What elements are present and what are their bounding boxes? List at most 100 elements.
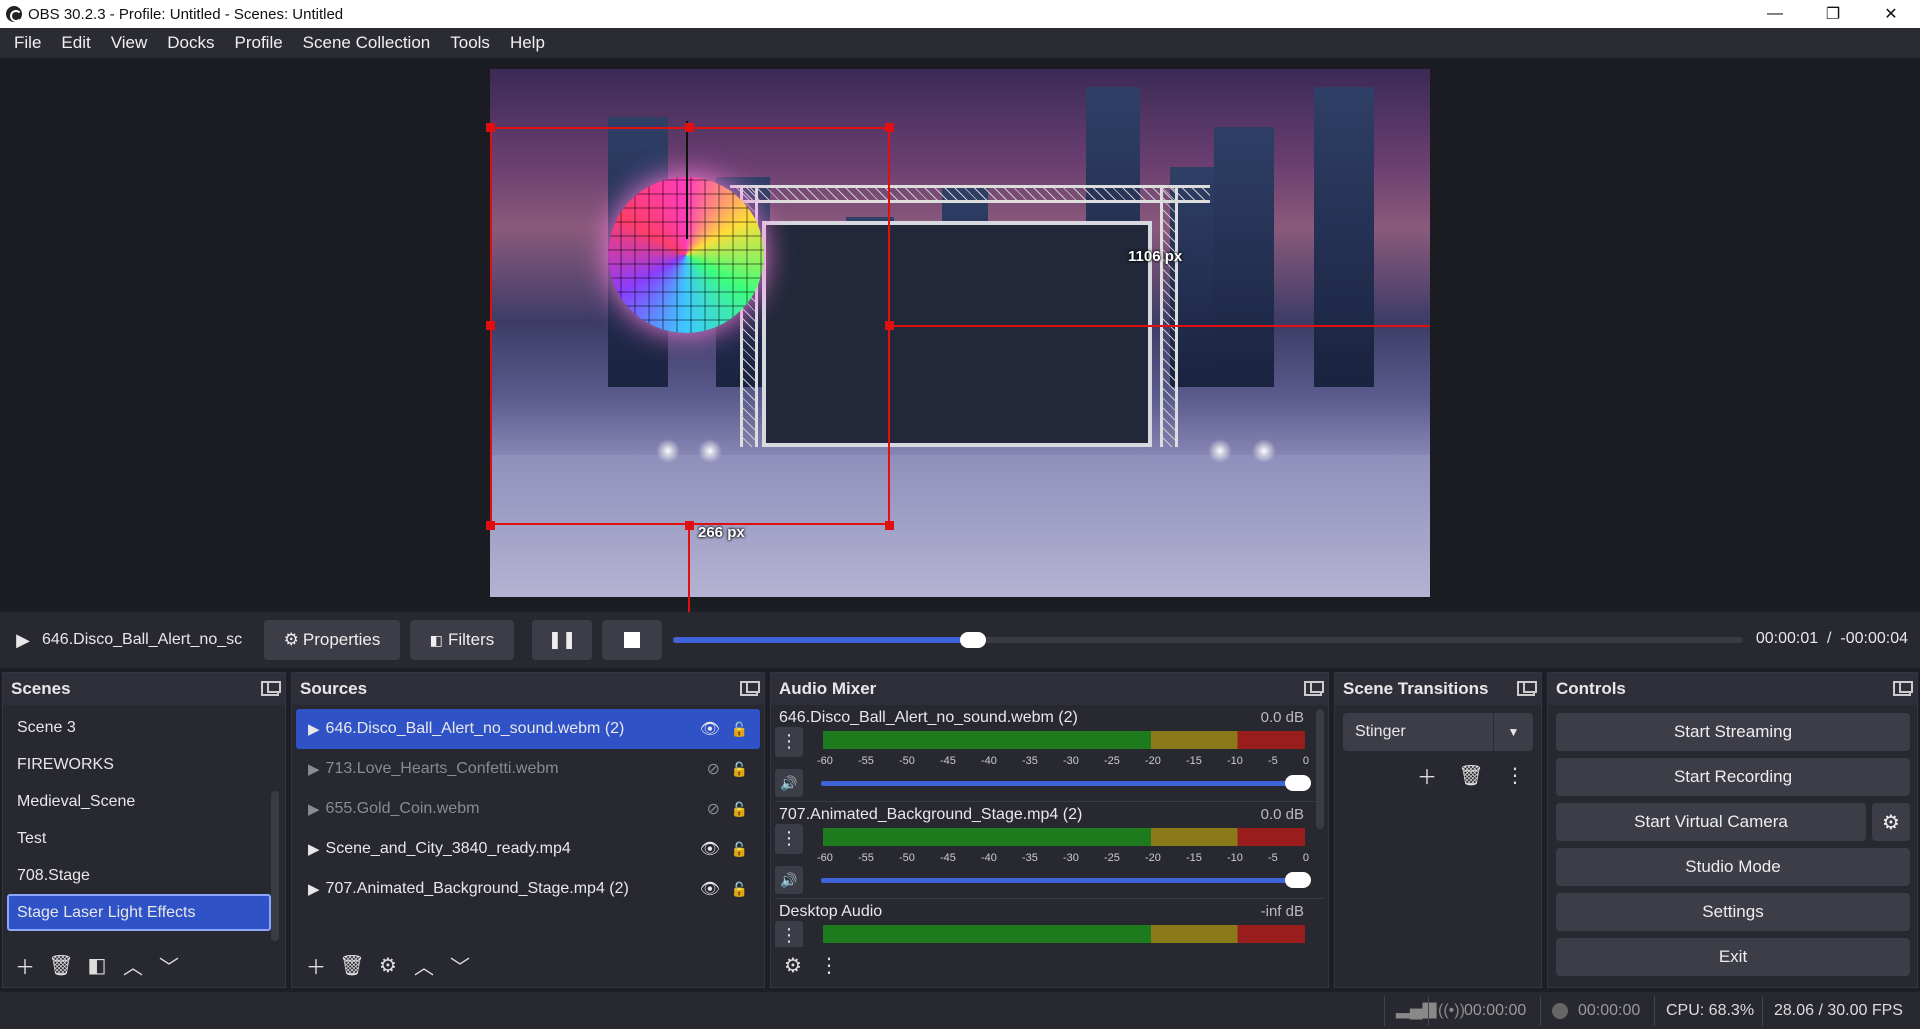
undock-icon[interactable]	[1304, 681, 1324, 696]
resize-handle[interactable]	[885, 521, 894, 530]
trash-icon[interactable]: 🗑	[45, 949, 77, 981]
filters-button[interactable]: ◧ Filters	[410, 620, 514, 660]
mixer-channel: 707.Animated_Background_Stage.mp4 (2) 0.…	[771, 802, 1328, 898]
stop-button[interactable]	[602, 620, 662, 660]
speaker-icon[interactable]: 🔊	[775, 769, 803, 797]
source-item[interactable]: ▶ Scene_and_City_3840_ready.mp4 👁 🔓	[296, 829, 760, 869]
source-item[interactable]: ▶ 707.Animated_Background_Stage.mp4 (2) 👁 🔓	[296, 869, 760, 909]
preview-area[interactable]: 1106 px 266 px	[0, 58, 1920, 656]
source-item-selected[interactable]: ▶ 646.Disco_Ball_Alert_no_sound.webm (2) 👁…	[296, 709, 760, 749]
volume-handle[interactable]	[1285, 775, 1311, 791]
virtual-camera-gear-icon[interactable]: ⚙	[1872, 803, 1910, 841]
maximize-button[interactable]: ❐	[1804, 0, 1862, 28]
controls-title: Controls	[1556, 679, 1626, 698]
scene-item[interactable]: Medieval_Scene	[7, 783, 281, 820]
minimize-button[interactable]: —	[1746, 0, 1804, 28]
studio-mode-button[interactable]: Studio Mode	[1556, 848, 1910, 886]
resize-handle[interactable]	[486, 321, 495, 330]
gear-icon[interactable]: ⚙	[372, 949, 404, 981]
scene-item[interactable]: 708.Stage	[7, 857, 281, 894]
time-remaining: -00:00:04	[1840, 630, 1908, 647]
more-options-icon[interactable]: ⋮	[813, 949, 845, 981]
unlocked-icon[interactable]: 🔓	[731, 761, 748, 778]
pause-button[interactable]: ❚❚	[532, 620, 592, 660]
visible-eye-icon[interactable]: 👁	[700, 879, 720, 899]
visible-eye-icon[interactable]: 👁	[700, 839, 720, 859]
audio-mixer-header: Audio Mixer	[771, 673, 1328, 705]
controls-dock: Controls Start Streaming Start Recording…	[1547, 672, 1918, 988]
chevron-down-icon[interactable]: ▼	[1493, 713, 1533, 751]
menu-file[interactable]: File	[4, 33, 51, 53]
start-streaming-button[interactable]: Start Streaming	[1556, 713, 1910, 751]
media-seek-bar[interactable]	[673, 632, 1743, 648]
scene-item-selected[interactable]: Stage Laser Light Effects	[7, 894, 271, 931]
media-source-icon: ▶	[308, 841, 320, 858]
scale-tick: -10	[1227, 852, 1243, 864]
media-source-name: 646.Disco_Ball_Alert_no_sc	[42, 631, 243, 648]
menu-view[interactable]: View	[101, 33, 158, 53]
move-down-icon[interactable]: ﹀	[444, 949, 476, 981]
scenes-scrollbar[interactable]	[271, 791, 279, 941]
resize-handle[interactable]	[486, 123, 495, 132]
add-icon[interactable]: ＋	[1411, 759, 1443, 791]
speaker-icon[interactable]: 🔊	[775, 866, 803, 894]
more-options-icon[interactable]: ⋮	[775, 824, 803, 854]
menu-tools[interactable]: Tools	[440, 33, 500, 53]
advanced-audio-gear-icon[interactable]: ⚙	[777, 949, 809, 981]
move-up-icon[interactable]: ︿	[117, 949, 149, 981]
start-virtual-camera-button[interactable]: Start Virtual Camera	[1556, 803, 1866, 841]
more-options-icon[interactable]: ⋮	[1499, 759, 1531, 791]
source-item[interactable]: ▶ 713.Love_Hearts_Confetti.webm ⊘ 🔓	[296, 749, 760, 789]
visible-eye-icon[interactable]: 👁	[700, 719, 720, 739]
resize-handle[interactable]	[486, 521, 495, 530]
exit-button[interactable]: Exit	[1556, 938, 1910, 976]
move-down-icon[interactable]: ﹀	[153, 949, 185, 981]
volume-slider[interactable]	[821, 775, 1311, 791]
resize-handle[interactable]	[685, 521, 694, 530]
undock-icon[interactable]	[740, 681, 760, 696]
source-item[interactable]: ▶ 655.Gold_Coin.webm ⊘ 🔓	[296, 789, 760, 829]
close-button[interactable]: ✕	[1862, 0, 1920, 28]
hidden-eye-icon[interactable]: ⊘	[707, 759, 720, 779]
unlocked-icon[interactable]: 🔓	[731, 841, 748, 858]
record-time: 00:00:00	[1578, 1002, 1641, 1019]
hidden-eye-icon[interactable]: ⊘	[707, 799, 720, 819]
transition-select[interactable]: Stinger ▼	[1343, 713, 1533, 751]
move-up-icon[interactable]: ︿	[408, 949, 440, 981]
unlocked-icon[interactable]: 🔓	[731, 801, 748, 818]
properties-button[interactable]: ⚙ Properties	[264, 620, 400, 660]
settings-button[interactable]: Settings	[1556, 893, 1910, 931]
trash-icon[interactable]: 🗑	[336, 949, 368, 981]
start-recording-button[interactable]: Start Recording	[1556, 758, 1910, 796]
undock-icon[interactable]	[1517, 681, 1537, 696]
volume-handle[interactable]	[1285, 872, 1311, 888]
distance-guide-horizontal	[890, 325, 1430, 327]
scene-item[interactable]: Test	[7, 820, 281, 857]
play-icon[interactable]: ▶	[4, 630, 42, 651]
menu-profile[interactable]: Profile	[224, 33, 292, 53]
menu-docks[interactable]: Docks	[157, 33, 224, 53]
building	[1214, 127, 1274, 387]
filter-icon[interactable]: ◧	[81, 949, 113, 981]
add-icon[interactable]: ＋	[9, 949, 41, 981]
preview-canvas[interactable]	[490, 69, 1430, 597]
scene-item[interactable]: FIREWORKS	[7, 746, 281, 783]
resize-handle[interactable]	[885, 321, 894, 330]
resize-handle[interactable]	[885, 123, 894, 132]
undock-icon[interactable]	[261, 681, 281, 696]
resize-handle[interactable]	[685, 123, 694, 132]
unlocked-icon[interactable]: 🔓	[731, 881, 748, 898]
unlocked-icon[interactable]: 🔓	[731, 721, 748, 738]
undock-icon[interactable]	[1893, 681, 1913, 696]
seek-handle[interactable]	[959, 632, 986, 648]
menu-help[interactable]: Help	[500, 33, 555, 53]
mixer-scrollbar[interactable]	[1316, 709, 1324, 829]
trash-icon[interactable]: 🗑	[1455, 759, 1487, 791]
menu-edit[interactable]: Edit	[51, 33, 100, 53]
scene-item[interactable]: Scene 3	[7, 709, 281, 746]
more-options-icon[interactable]: ⋮	[775, 727, 803, 757]
menu-scene-collection[interactable]: Scene Collection	[293, 33, 441, 53]
add-icon[interactable]: ＋	[300, 949, 332, 981]
volume-slider[interactable]	[821, 872, 1311, 888]
scenes-header: Scenes	[3, 673, 285, 705]
